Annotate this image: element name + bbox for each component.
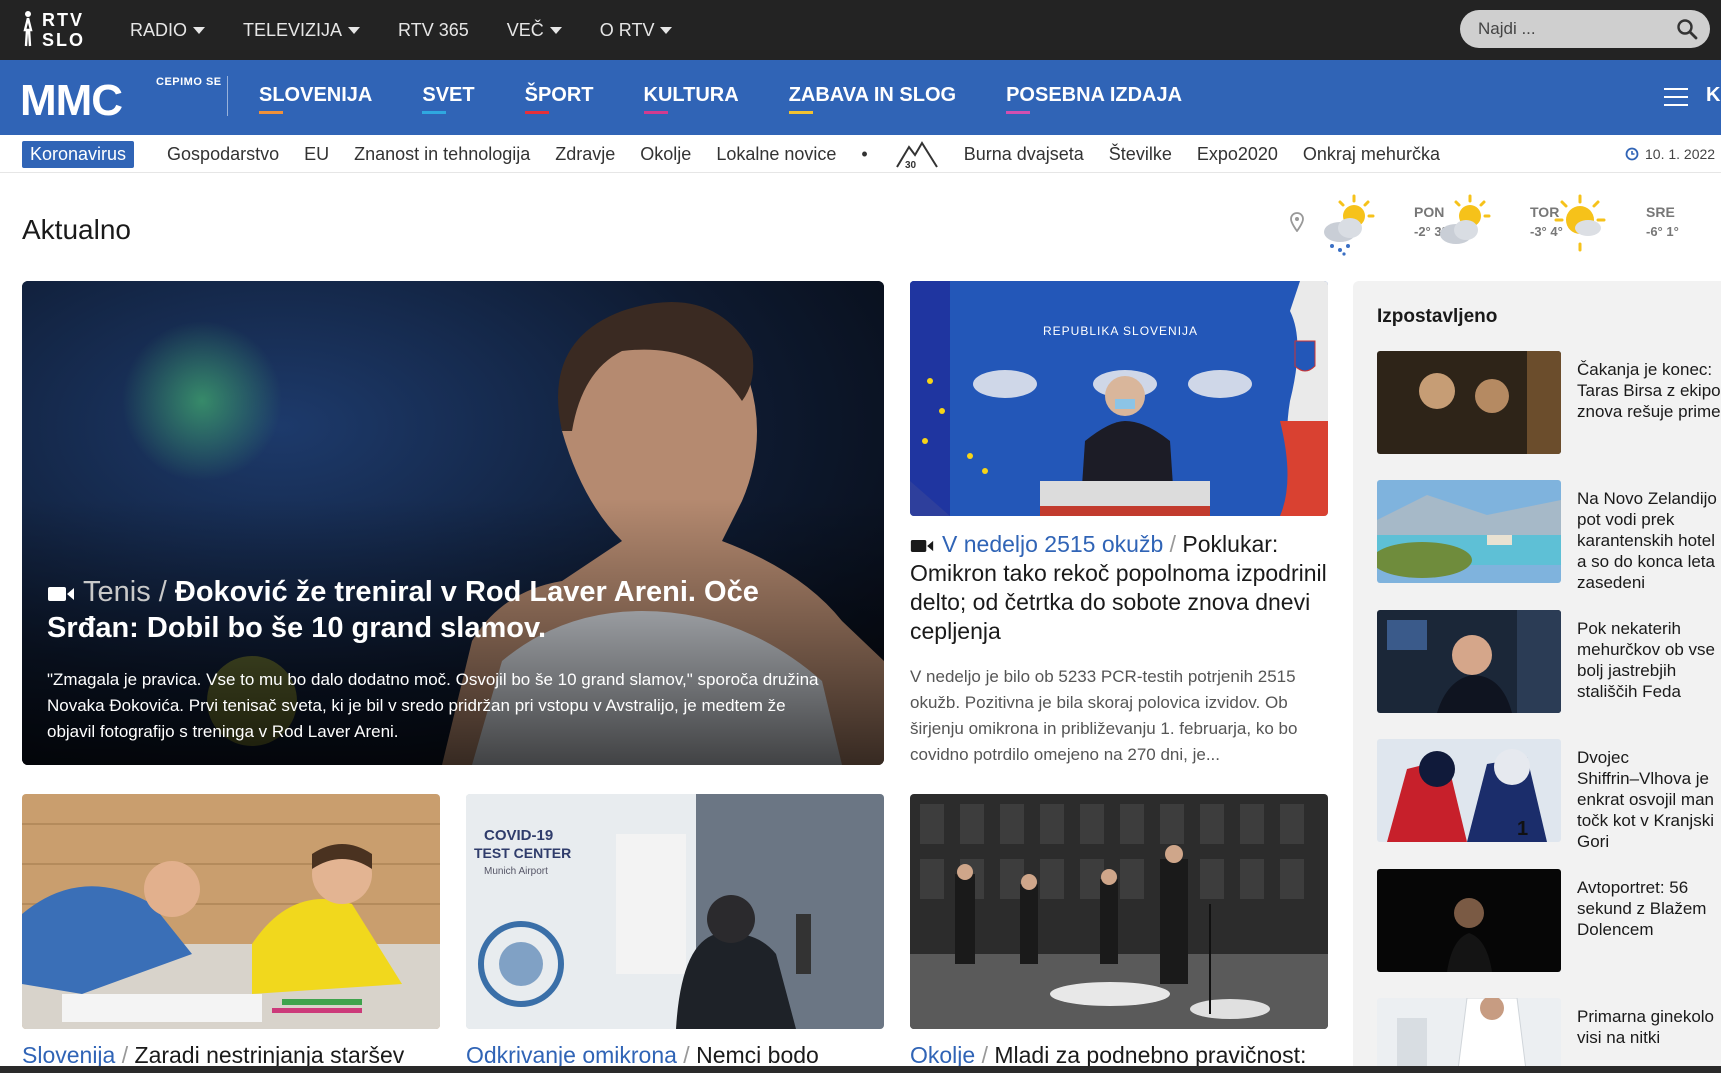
topnav-vec[interactable]: VEČ [507,20,562,41]
sidebar-thumbnail [1377,998,1561,1073]
chevron-down-icon [348,26,361,34]
weather-day-pon[interactable]: PON -2° 3° [1318,192,1447,256]
subnav-eu[interactable]: EU [304,144,329,165]
subnav-lokalne-novice[interactable]: Lokalne novice [716,144,836,165]
subnav-burna-dvajseta[interactable]: Burna dvajseta [964,144,1084,165]
svg-text:COVID-19: COVID-19 [484,827,553,844]
sun-small-cloud-icon [1554,194,1606,252]
mmc-tagline[interactable]: CEPIMO SE [156,76,222,88]
search-icon[interactable] [1676,18,1698,40]
card-title[interactable]: Odkrivanje omikrona / Nemci bodo [466,1041,884,1069]
featured-sidebar: Izpostavljeno Čakanja je konec: Taras Bir… [1353,281,1721,1073]
clock-icon [1625,147,1639,161]
sidebar-item[interactable]: 1 Dvojec Shiffrin–Vlhova je enkrat osvojil… [1377,739,1721,851]
topnav-rtv365[interactable]: RTV 365 [398,20,469,41]
search-box [1460,10,1710,48]
nav-sport[interactable]: ŠPORT [524,84,594,114]
separator-dot: • [861,143,868,164]
nav-kultura[interactable]: KULTURA [643,84,739,114]
svg-text:Munich Airport: Munich Airport [484,866,548,877]
sidebar-item[interactable]: Čakanja je konec: Taras Birsa z ekipo znov… [1377,351,1721,455]
nav-zabava-in-slog[interactable]: ZABAVA IN SLOG [788,84,956,114]
section-title: Aktualno [22,214,131,245]
subnav-expo2020[interactable]: Expo2020 [1197,144,1278,165]
main-nav: SLOVENIJA SVET ŠPORT KULTURA ZABAVA IN S… [259,60,1232,135]
hero-section-label[interactable]: Tenis [83,576,151,608]
nav-posebna-izdaja[interactable]: POSEBNA IZDAJA [1006,84,1182,114]
current-date: 10. 1. 2022 [1625,146,1715,162]
bottom-edge [0,1066,1721,1073]
top-nav: RADIO TELEVIZIJA RTV 365 VEČ O RTV [130,0,710,60]
nav-svet[interactable]: SVET [422,84,475,114]
mountain-30-icon[interactable]: 30 [895,139,939,169]
subnav-gospodarstvo[interactable]: Gospodarstvo [167,144,279,165]
rtv-figure-icon [23,11,33,47]
logo-line-2: SLO [42,30,86,50]
sidebar-item[interactable]: Avtoportret: 56 sekund z Blažem Dolencem [1377,869,1721,973]
cut-nav-item[interactable]: K [1706,84,1720,107]
sidebar-thumbnail [1377,480,1561,583]
sidebar-thumbnail [1377,351,1561,454]
sub-nav: Koronavirus Gospodarstvo EU Znanost in t… [0,135,1721,173]
sidebar-title: Izpostavljeno [1377,306,1498,327]
chevron-down-icon [549,26,562,34]
hero-lead: "Zmagala je pravica. Vse to mu bo dalo d… [47,670,819,741]
card-title[interactable]: Okolje / Mladi za podnebno pravičnost: [910,1041,1328,1069]
article-press-conference[interactable]: REPUBLIKA SLOVENIJA V nedeljo 2515 okužb… [910,281,1328,768]
svg-text:TEST CENTER: TEST CENTER [474,845,571,861]
divider [227,76,228,116]
video-icon [48,587,74,601]
sun-cloud-icon [1440,194,1491,244]
logo-line-1: RTV [42,10,84,30]
article-title[interactable]: V nedeljo 2515 okužb / Poklukar: Omikron… [910,530,1328,646]
sidebar-thumbnail [1377,869,1561,972]
video-icon [910,540,934,552]
chevron-down-icon [193,26,206,34]
sidebar-item[interactable]: Primarna ginekolo visi na nitki [1377,998,1721,1073]
card-odkrivanje-omikrona[interactable]: COVID-19 TEST CENTER Munich Airport Odkr… [466,794,884,1069]
rtv-slo-logo[interactable]: RTV SLO [20,8,90,52]
subnav-okolje[interactable]: Okolje [640,144,691,165]
subnav-onkraj-mehurcka[interactable]: Onkraj mehurčka [1303,144,1440,165]
weather-day-sre[interactable]: SRE -6° 1° [1550,192,1679,256]
subnav-koronavirus[interactable]: Koronavirus [22,140,135,168]
subnav-stevilke[interactable]: Številke [1109,144,1172,165]
subnav-zdravje[interactable]: Zdravje [555,144,615,165]
mmc-bar: MMC CEPIMO SE SLOVENIJA SVET ŠPORT KULTU… [0,60,1721,135]
card-image [910,794,1328,1029]
mmc-logo[interactable]: MMC [20,76,123,126]
svg-text:30: 30 [905,160,917,169]
sidebar-thumbnail [1377,610,1561,713]
svg-text:REPUBLIKA SLOVENIJA: REPUBLIKA SLOVENIJA [1043,324,1198,338]
article-lead: V nedeljo je bilo ob 5233 PCR-testih pot… [910,667,1298,764]
card-image: COVID-19 TEST CENTER Munich Airport [466,794,884,1029]
topnav-o-rtv[interactable]: O RTV [600,20,673,41]
location-pin-icon[interactable] [1290,212,1304,232]
subnav-znanost[interactable]: Znanost in tehnologija [354,144,530,165]
article-image: REPUBLIKA SLOVENIJA [910,281,1328,516]
menu-icon[interactable] [1664,88,1688,106]
chevron-down-icon [660,26,673,34]
sidebar-thumbnail: 1 [1377,739,1561,842]
card-okolje[interactable]: Okolje / Mladi za podnebno pravičnost: [910,794,1328,1069]
topnav-radio[interactable]: RADIO [130,20,206,41]
sun-cloud-snow-icon [1324,194,1375,256]
weather-day-tor[interactable]: TOR -3° 4° [1434,192,1563,256]
card-image [22,794,440,1029]
nav-slovenija[interactable]: SLOVENIJA [259,84,372,114]
article-section-label[interactable]: V nedeljo 2515 okužb [942,531,1163,557]
card-title[interactable]: Slovenija / Zaradi nestrinjanja staršev [22,1041,440,1069]
svg-text:1: 1 [1517,818,1528,840]
hero-title[interactable]: Tenis / Đoković že treniral v Rod Laver … [47,574,847,646]
sidebar-item[interactable]: Na Novo Zelandijo pot vodi prek karantensk… [1377,480,1721,592]
top-bar: RTV SLO RADIO TELEVIZIJA RTV 365 VEČ O R… [0,0,1721,60]
topnav-televizija[interactable]: TELEVIZIJA [243,20,361,41]
card-slovenija[interactable]: Slovenija / Zaradi nestrinjanja staršev [22,794,440,1069]
hero-article[interactable]: Tenis / Đoković že treniral v Rod Laver … [22,281,884,765]
search-input[interactable] [1478,10,1668,48]
sidebar-item[interactable]: Pok nekaterih mehurčkov ob vse bolj jastre… [1377,610,1721,714]
